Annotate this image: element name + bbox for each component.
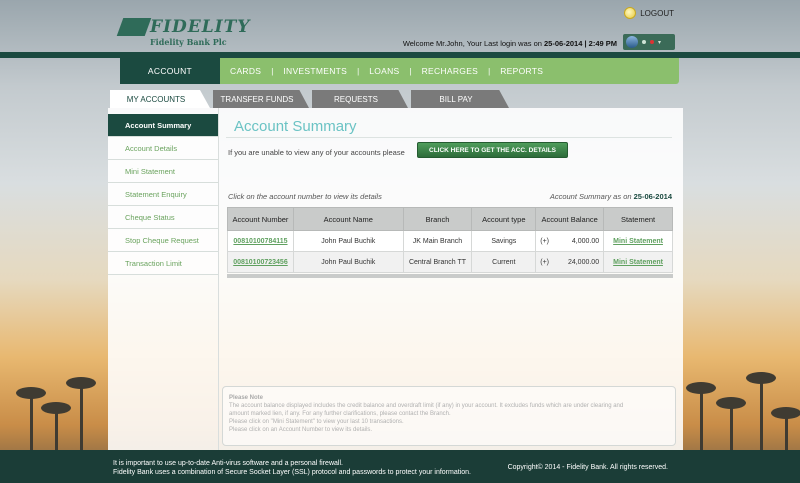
col-account-number: Account Number (227, 207, 294, 231)
welcome-prefix: Welcome Mr.John, Your Last login was on (402, 39, 545, 48)
logo-subtitle: Fidelity Bank Plc (150, 37, 227, 47)
summary-date: Account Summary as on 25-06-2014 (550, 192, 672, 201)
branch: JK Main Branch (402, 230, 473, 252)
page-title: Account Summary (226, 114, 672, 138)
tab-transfer-funds[interactable]: TRANSFER FUNDS (213, 90, 309, 108)
note-line: Please click on an Account Number to vie… (229, 427, 373, 433)
sidebar-item-cheque-status[interactable]: Cheque Status (108, 206, 218, 229)
sidebar-item-account-details[interactable]: Account Details (108, 137, 218, 160)
sidebar: Account Summary Account Details Mini Sta… (108, 114, 218, 275)
balance-amount: 4,000.00 (571, 237, 600, 245)
notification-dot-icon (650, 40, 654, 44)
table-row: 00810100784115 John Paul Buchik JK Main … (227, 230, 673, 252)
welcome-message: Welcome Mr.John, Your Last login was on … (403, 39, 617, 48)
branch: Central Branch TT (402, 251, 473, 273)
account-balance: (+) 24,000.00 (535, 251, 605, 273)
nav-investments[interactable]: INVESTMENTS (273, 66, 357, 76)
col-account-balance: Account Balance (535, 207, 605, 231)
mini-statement-link[interactable]: Mini Statement (603, 251, 673, 273)
table-header-row: Account Number Account Name Branch Accou… (227, 207, 673, 231)
account-number-link[interactable]: 00810100723456 (227, 251, 294, 273)
summary-date-prefix: Account Summary as on (549, 192, 634, 201)
footer: It is important to use up-to-date Anti-v… (0, 450, 800, 483)
logo-text: FIDELITY (150, 17, 251, 37)
tab-my-accounts[interactable]: MY ACCOUNTS (110, 90, 210, 108)
avatar-icon (626, 36, 638, 48)
tab-bill-pay[interactable]: BILL PAY (411, 90, 509, 108)
balance-sign: (+) (540, 258, 549, 266)
accounts-table: Account Number Account Name Branch Accou… (227, 207, 673, 273)
note-line: Please click on "Mini Statement" to view… (229, 419, 404, 425)
sidebar-divider (218, 108, 219, 450)
mini-statement-link[interactable]: Mini Statement (603, 230, 673, 252)
col-account-type: Account type (471, 207, 537, 231)
sidebar-item-account-summary[interactable]: Account Summary (108, 114, 218, 137)
account-type: Current (471, 251, 537, 273)
note-line: amount marked lien, if any. For any furt… (229, 411, 451, 417)
table-bottom-border (227, 274, 673, 278)
sidebar-item-statement-enquiry[interactable]: Statement Enquiry (108, 183, 218, 206)
header: FIDELITY Fidelity Bank Plc LOGOUT Welcom… (0, 0, 800, 58)
balance-sign: (+) (540, 237, 549, 245)
col-branch: Branch (402, 207, 473, 231)
account-name: John Paul Buchik (292, 251, 404, 273)
footer-security-text: It is important to use up-to-date Anti-v… (113, 459, 471, 477)
table-hint: Click on the account number to view its … (228, 192, 382, 201)
sub-nav: MY ACCOUNTS TRANSFER FUNDS REQUESTS BILL… (110, 90, 512, 108)
sidebar-item-transaction-limit[interactable]: Transaction Limit (108, 252, 218, 275)
chevron-down-icon: ▾ (658, 39, 662, 46)
nav-recharges[interactable]: RECHARGES (412, 66, 489, 76)
account-balance: (+) 4,000.00 (535, 230, 605, 252)
nav-loans[interactable]: LOANS (359, 66, 409, 76)
table-row: 00810100723456 John Paul Buchik Central … (227, 251, 673, 273)
settings-dot-icon (642, 40, 646, 44)
sidebar-item-stop-cheque-request[interactable]: Stop Cheque Request (108, 229, 218, 252)
logout-icon (624, 7, 637, 19)
last-login: 25-06-2014 | 2:49 PM (544, 39, 617, 48)
nav-cards[interactable]: CARDS (220, 66, 271, 76)
note-title: Please Note (229, 395, 264, 401)
tab-requests[interactable]: REQUESTS (312, 90, 408, 108)
account-number-link[interactable]: 00810100784115 (227, 230, 294, 252)
nav-reports[interactable]: REPORTS (490, 66, 553, 76)
logo-mark-icon (116, 18, 152, 36)
note-box: Please Note The account balance displaye… (222, 386, 676, 446)
col-account-name: Account Name (292, 207, 404, 231)
content-area: Account Summary If you are unable to vie… (226, 114, 676, 278)
logout-label: LOGOUT (640, 8, 674, 18)
footer-line-2: Fidelity Bank uses a combination of Secu… (113, 469, 471, 476)
col-statement: Statement (603, 207, 673, 231)
get-account-details-button[interactable]: CLICK HERE TO GET THE ACC. DETAILS (417, 142, 568, 158)
account-type: Savings (471, 230, 537, 252)
summary-date-value: 25-06-2014 (633, 192, 672, 201)
balance-amount: 24,000.00 (567, 258, 600, 266)
account-name: John Paul Buchik (292, 230, 404, 252)
footer-copyright: Copyright© 2014 - Fidelity Bank. All rig… (507, 464, 668, 471)
sidebar-item-mini-statement[interactable]: Mini Statement (108, 160, 218, 183)
nav-account[interactable]: ACCOUNT (120, 58, 220, 84)
footer-line-1: It is important to use up-to-date Anti-v… (113, 460, 343, 467)
note-line: The account balance displayed includes t… (229, 403, 624, 409)
info-text: If you are unable to view any of your ac… (228, 148, 405, 157)
main-panel: Account Summary Account Details Mini Sta… (108, 108, 683, 450)
main-nav: ACCOUNT CARDS | INVESTMENTS | LOANS | RE… (120, 58, 679, 84)
logout-button[interactable]: LOGOUT (624, 7, 674, 19)
user-widget[interactable]: ▾ (623, 34, 675, 50)
